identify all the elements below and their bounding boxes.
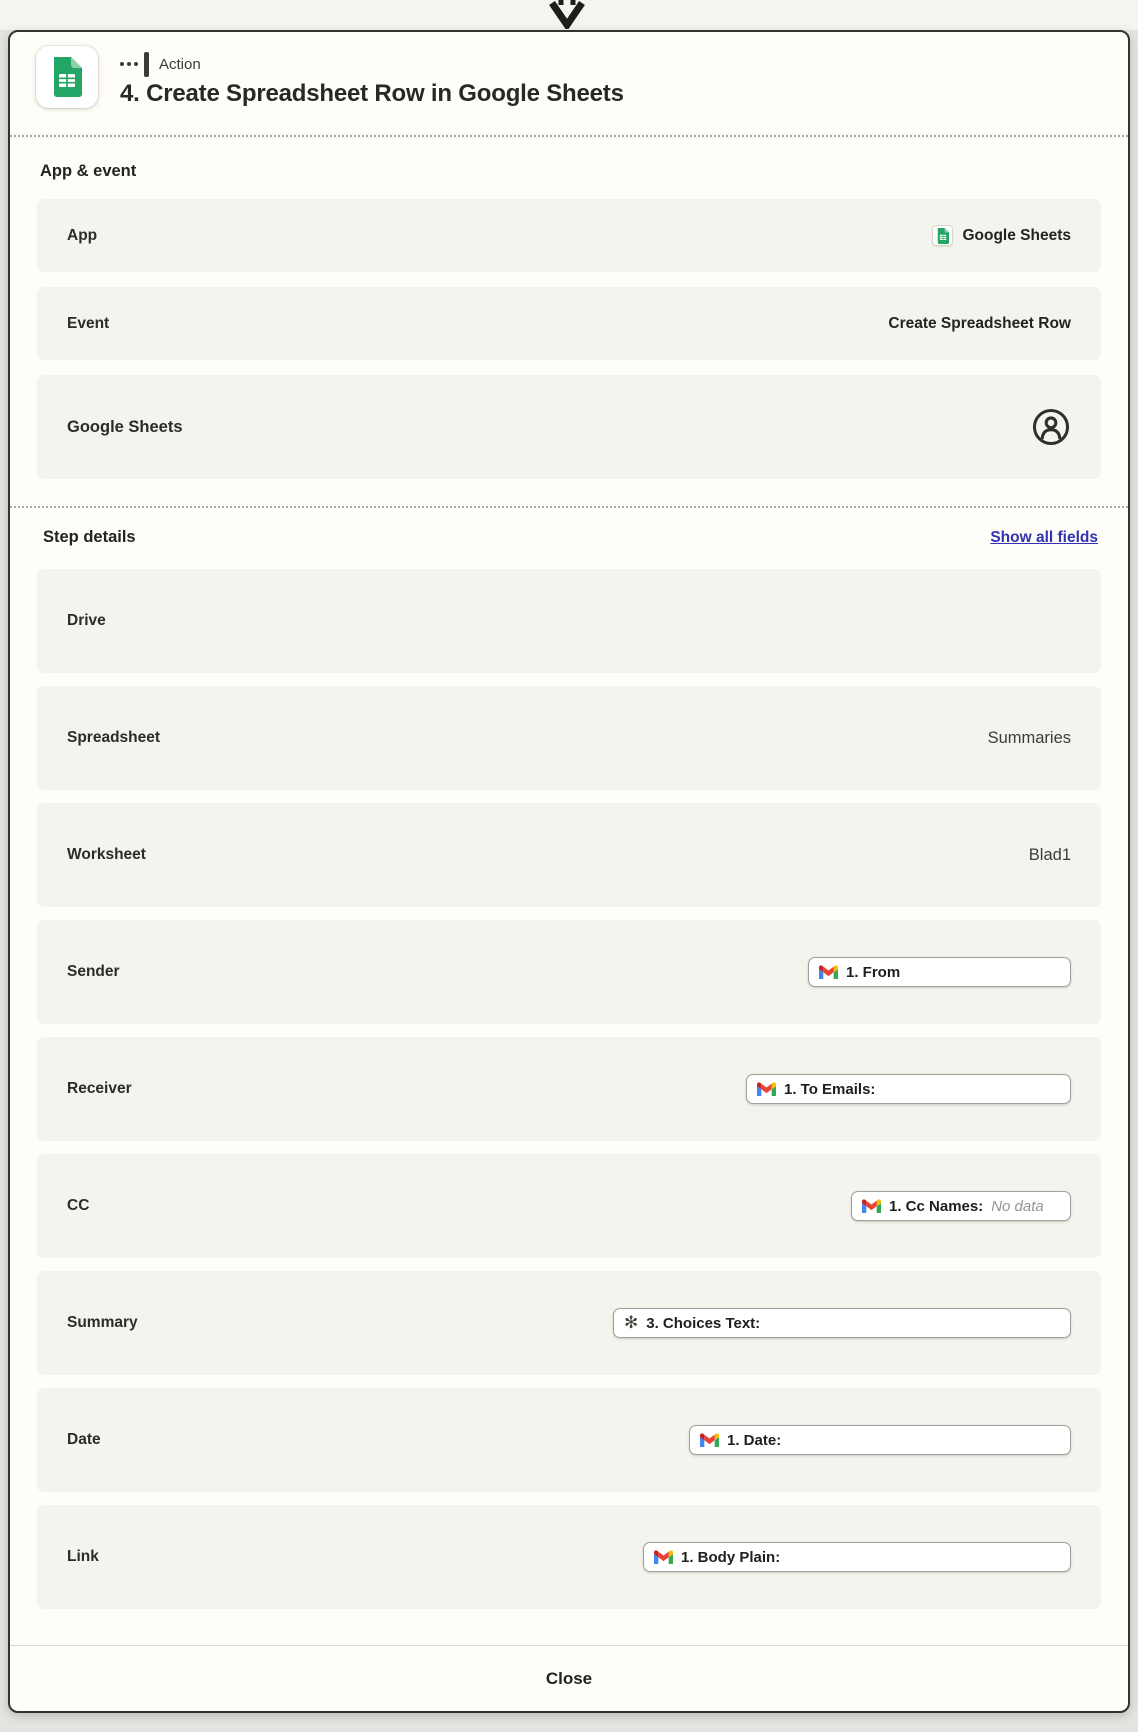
close-button-label: Close xyxy=(546,1669,592,1689)
field-row-link[interactable]: Link 1. Body Plain: xyxy=(37,1505,1101,1609)
chip-text: 1. To Emails: xyxy=(784,1081,875,1098)
step-details-heading: Step details xyxy=(43,528,136,547)
app-event-heading: App & event xyxy=(40,162,1098,181)
mapped-field-chip-cc[interactable]: 1. Cc Names: No data xyxy=(851,1191,1071,1221)
event-row-value-text: Create Spreadsheet Row xyxy=(888,315,1071,333)
chip-text: 1. Body Plain: xyxy=(681,1549,780,1566)
gmail-icon xyxy=(654,1550,673,1565)
step-details-header-row: Step details Show all fields xyxy=(40,528,1098,547)
chip-text: 1. From xyxy=(846,964,900,981)
field-label-summary: Summary xyxy=(67,1314,138,1332)
zapier-editor-background: { "header": { "step_type": "Action", "ti… xyxy=(0,0,1138,1732)
app-row-value: Google Sheets xyxy=(932,225,1071,246)
field-label-drive: Drive xyxy=(67,612,106,630)
google-sheets-app-tile xyxy=(36,46,98,108)
chip-text: 1. Date: xyxy=(727,1432,781,1449)
account-row[interactable]: Google Sheets xyxy=(37,375,1101,479)
app-row-label: App xyxy=(67,227,97,245)
chip-no-data-text: No data xyxy=(991,1198,1044,1215)
step-header-text: Action 4. Create Spreadsheet Row in Goog… xyxy=(120,46,624,108)
field-label-receiver: Receiver xyxy=(67,1080,132,1098)
step-type-label: Action xyxy=(159,56,201,73)
show-all-fields-link[interactable]: Show all fields xyxy=(990,529,1098,547)
event-row-label: Event xyxy=(67,315,109,333)
field-row-cc[interactable]: CC 1. Cc Names: No data xyxy=(37,1154,1101,1258)
mapped-field-chip-date[interactable]: 1. Date: xyxy=(689,1425,1071,1455)
chip-text: 3. Choices Text: xyxy=(646,1315,760,1332)
chip-text: 1. Cc Names: xyxy=(889,1198,983,1215)
field-row-drive[interactable]: Drive xyxy=(37,569,1101,673)
field-label-link: Link xyxy=(67,1548,99,1566)
action-step-icon xyxy=(120,52,149,77)
app-row-value-text: Google Sheets xyxy=(962,227,1071,245)
openai-icon: ✻ xyxy=(624,1315,638,1332)
field-row-summary[interactable]: Summary ✻ 3. Choices Text: xyxy=(37,1271,1101,1375)
app-event-section: App & event App Google Sheets Event Crea… xyxy=(10,137,1128,506)
field-label-date: Date xyxy=(67,1431,101,1449)
gmail-icon xyxy=(700,1433,719,1448)
flow-connector-arrow-icon xyxy=(548,0,586,29)
mapped-field-chip-link[interactable]: 1. Body Plain: xyxy=(643,1542,1071,1572)
zap-step-panel: Action 4. Create Spreadsheet Row in Goog… xyxy=(8,30,1130,1713)
account-row-label: Google Sheets xyxy=(67,418,183,437)
field-row-receiver[interactable]: Receiver 1. To Emails: xyxy=(37,1037,1101,1141)
field-label-sender: Sender xyxy=(67,963,120,981)
app-row[interactable]: App Google Sheets xyxy=(37,199,1101,272)
google-sheets-mini-tile xyxy=(932,225,953,246)
google-sheets-icon xyxy=(52,57,82,97)
field-label-cc: CC xyxy=(67,1197,89,1215)
event-row[interactable]: Event Create Spreadsheet Row xyxy=(37,287,1101,360)
gmail-icon xyxy=(862,1199,881,1214)
gmail-icon xyxy=(757,1082,776,1097)
close-button[interactable]: Close xyxy=(10,1645,1128,1711)
field-value-spreadsheet: Summaries xyxy=(988,729,1071,748)
step-type-line: Action xyxy=(120,51,624,77)
field-row-worksheet[interactable]: Worksheet Blad1 xyxy=(37,803,1101,907)
field-label-spreadsheet: Spreadsheet xyxy=(67,729,160,747)
mapped-field-chip-summary[interactable]: ✻ 3. Choices Text: xyxy=(613,1308,1071,1338)
mapped-field-chip-sender[interactable]: 1. From xyxy=(808,957,1071,987)
field-value-worksheet: Blad1 xyxy=(1029,846,1071,865)
step-header: Action 4. Create Spreadsheet Row in Goog… xyxy=(10,32,1128,137)
gmail-icon xyxy=(819,965,838,980)
step-title: 4. Create Spreadsheet Row in Google Shee… xyxy=(120,80,624,108)
field-row-date[interactable]: Date 1. Date: xyxy=(37,1388,1101,1492)
field-row-sender[interactable]: Sender 1. From xyxy=(37,920,1101,1024)
account-avatar-icon xyxy=(1031,407,1071,447)
field-label-worksheet: Worksheet xyxy=(67,846,146,864)
step-details-section: Step details Show all fields Drive Sprea… xyxy=(10,506,1128,1622)
google-sheets-icon xyxy=(937,228,949,244)
field-row-spreadsheet[interactable]: Spreadsheet Summaries xyxy=(37,686,1101,790)
mapped-field-chip-receiver[interactable]: 1. To Emails: xyxy=(746,1074,1071,1104)
